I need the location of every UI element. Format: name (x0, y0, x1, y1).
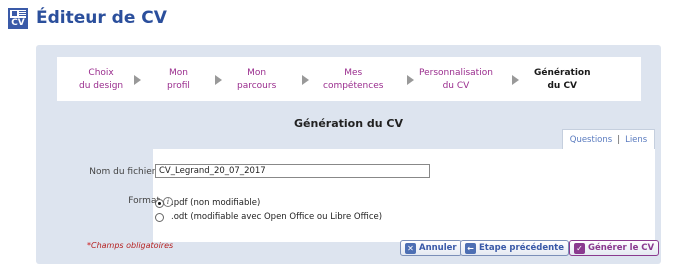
radio-pdf[interactable] (155, 198, 164, 208)
arrow-left-icon: ← (465, 242, 476, 254)
step-mes-competences[interactable]: Mes compétences (323, 67, 383, 93)
step-mon-profil[interactable]: Mon profil (167, 67, 190, 93)
step-mon-parcours[interactable]: Mon parcours (237, 67, 276, 93)
help-tabs: Questions | Liens (562, 129, 655, 149)
app-header: CV Éditeur de CV (8, 5, 167, 31)
format-option-pdf[interactable]: .pdf (non modifiable) (155, 198, 260, 208)
previous-step-button[interactable]: ← Etape précédente (460, 240, 569, 256)
app-title: Éditeur de CV (36, 8, 167, 28)
generate-cv-button[interactable]: ✓ Générer le CV (569, 240, 660, 256)
cv-icon: CV (8, 7, 28, 29)
check-icon: ✓ (574, 242, 585, 254)
form-card (153, 149, 655, 242)
chevron-right-icon (302, 75, 309, 85)
chevron-right-icon (215, 75, 222, 85)
chevron-right-icon (512, 75, 519, 85)
chevron-right-icon (407, 75, 414, 85)
radio-odt[interactable] (155, 212, 164, 222)
main-panel: Choix du design Mon profil Mon parcours Mes… (36, 45, 661, 264)
tab-separator: | (617, 134, 621, 145)
chevron-right-icon (134, 75, 141, 85)
filename-input[interactable] (155, 164, 430, 178)
tab-liens[interactable]: Liens (625, 135, 647, 145)
cancel-button[interactable]: ✕ Annuler (400, 240, 462, 256)
format-option-odt[interactable]: .odt (modifiable avec Open Office ou Lib… (155, 212, 382, 222)
close-icon: ✕ (405, 242, 416, 254)
step-generation-du-cv: Génération du CV (534, 68, 591, 91)
step-choix-du-design[interactable]: Choix du design (79, 67, 123, 93)
step-personnalisation-du-cv[interactable]: Personnalisation du CV (419, 67, 493, 93)
tab-questions[interactable]: Questions (570, 135, 612, 145)
required-fields-note: *Champs obligatoires (87, 241, 174, 250)
step-wizard: Choix du design Mon profil Mon parcours Mes… (57, 57, 641, 101)
